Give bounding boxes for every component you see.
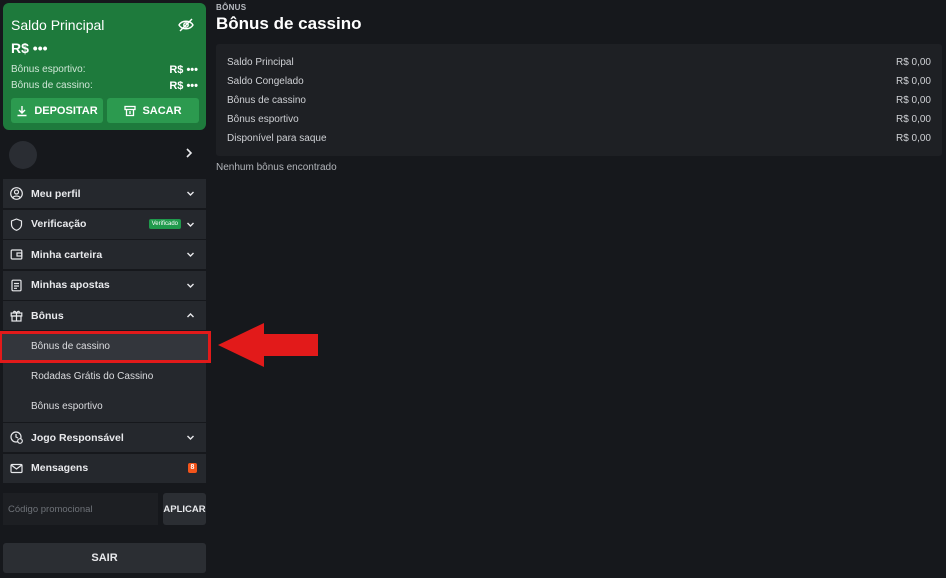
- chevron-up-icon: [187, 313, 194, 318]
- casino-bonus-label: Bônus de cassino:: [11, 80, 93, 91]
- summary-label: Saldo Congelado: [227, 76, 304, 87]
- summary-label: Bônus esportivo: [227, 114, 299, 125]
- responsible-gaming-icon: [10, 431, 23, 444]
- menu-item-bets[interactable]: Minhas apostas: [3, 270, 206, 300]
- menu-item-messages[interactable]: Mensagens 8: [3, 453, 206, 483]
- summary-value: R$ 0,00: [895, 57, 931, 68]
- promo-code-row: APLICAR: [3, 493, 206, 525]
- user-row[interactable]: [3, 138, 206, 170]
- balance-amount: R$ •••: [11, 40, 48, 56]
- summary-row: Bônus esportivo R$ 0,00: [227, 110, 931, 129]
- summary-row: Saldo Congelado R$ 0,00: [227, 72, 931, 91]
- gift-icon: [10, 309, 23, 322]
- sidebar: Saldo Principal R$ ••• Bônus esportivo: …: [0, 0, 211, 578]
- apply-promo-button[interactable]: APLICAR: [163, 493, 206, 525]
- empty-state-text: Nenhum bônus encontrado: [216, 162, 337, 173]
- summary-row: Disponível para saque R$ 0,00: [227, 129, 931, 148]
- balance-card: Saldo Principal R$ ••• Bônus esportivo: …: [3, 3, 206, 130]
- wallet-icon: [10, 248, 23, 261]
- summary-label: Disponível para saque: [227, 133, 327, 144]
- summary-value: R$ 0,00: [895, 95, 931, 106]
- menu-item-label: Verificação: [31, 218, 87, 230]
- deposit-label: DEPOSITAR: [34, 104, 98, 117]
- menu-item-label: Bônus: [31, 309, 64, 322]
- menu-item-label: Jogo Responsável: [31, 431, 124, 444]
- summary-value: R$ 0,00: [895, 133, 931, 144]
- logout-button[interactable]: SAIR: [3, 543, 206, 573]
- shield-icon: [10, 217, 23, 231]
- page-title: Bônus de cassino: [216, 14, 362, 33]
- download-icon: [17, 105, 27, 116]
- messages-count-badge: 8: [188, 462, 197, 473]
- menu-item-profile[interactable]: Meu perfil: [3, 179, 206, 208]
- eye-off-icon[interactable]: [178, 18, 194, 32]
- balance-title: Saldo Principal: [11, 17, 105, 33]
- menu-item-responsible-gaming[interactable]: Jogo Responsável: [3, 423, 206, 452]
- deposit-button[interactable]: DEPOSITAR: [11, 98, 103, 123]
- receipt-icon: [10, 279, 23, 292]
- promo-code-input[interactable]: [3, 493, 158, 525]
- mail-icon: [10, 462, 23, 475]
- withdraw-label: SACAR: [142, 104, 182, 117]
- withdraw-button[interactable]: SACAR: [107, 98, 199, 123]
- menu-item-label: Meu perfil: [31, 187, 81, 200]
- submenu-item-casino-free-spins[interactable]: Rodadas Grátis do Cassino: [3, 362, 206, 392]
- submenu-item-sports-bonus[interactable]: Bônus esportivo: [3, 392, 206, 422]
- menu-item-verification[interactable]: Verificação Verificado: [3, 209, 206, 239]
- red-arrow-annotation: [218, 323, 318, 367]
- summary-row: Saldo Principal R$ 0,00: [227, 53, 931, 72]
- chevron-down-icon: [187, 283, 194, 288]
- casino-bonus-row: Bônus de cassino: R$ •••: [11, 80, 198, 92]
- chevron-down-icon: [187, 252, 194, 257]
- chevron-down-icon: [187, 435, 194, 440]
- user-icon: [10, 187, 23, 200]
- casino-bonus-value: R$ •••: [169, 80, 198, 92]
- summary-label: Saldo Principal: [227, 57, 294, 68]
- bonus-summary-panel: Saldo Principal R$ 0,00 Saldo Congelado …: [216, 44, 942, 156]
- summary-value: R$ 0,00: [895, 76, 931, 87]
- summary-value: R$ 0,00: [895, 114, 931, 125]
- submenu-item-casino-bonus[interactable]: Bônus de cassino: [0, 330, 211, 363]
- account-menu: Meu perfil Verificação Verificado Minha …: [0, 179, 211, 484]
- menu-item-label: Minhas apostas: [31, 279, 110, 291]
- summary-label: Bônus de cassino: [227, 95, 306, 106]
- breadcrumb: BÔNUS: [216, 3, 247, 12]
- menu-item-label: Mensagens: [31, 462, 89, 474]
- sports-bonus-row: Bônus esportivo: R$ •••: [11, 64, 198, 76]
- chevron-down-icon: [187, 222, 194, 227]
- summary-row: Bônus de cassino R$ 0,00: [227, 91, 931, 110]
- chevron-right-icon: [186, 148, 193, 158]
- cash-out-icon: [124, 105, 137, 116]
- sports-bonus-value: R$ •••: [169, 64, 198, 76]
- sports-bonus-label: Bônus esportivo:: [11, 64, 86, 75]
- chevron-down-icon: [187, 191, 194, 196]
- bonus-submenu: Bônus de cassino Rodadas Grátis do Cassi…: [0, 330, 211, 422]
- avatar: [9, 141, 37, 169]
- menu-item-bonus[interactable]: Bônus: [3, 301, 206, 330]
- verified-badge: Verificado: [148, 218, 181, 229]
- menu-item-wallet[interactable]: Minha carteira: [3, 240, 206, 269]
- menu-item-label: Minha carteira: [31, 248, 103, 261]
